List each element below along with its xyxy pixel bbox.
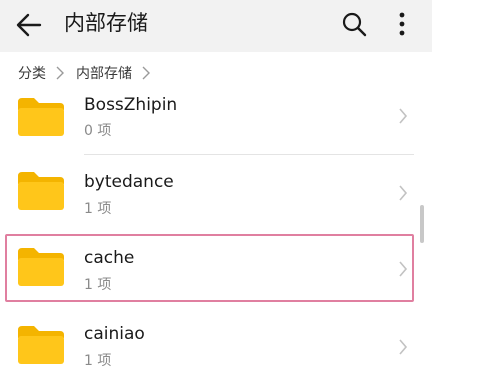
file-manager-screen: 内部存储 分类 内部存储 BossZhipin 0 项 bytedance 1 …	[0, 0, 500, 384]
breadcrumb-item-internal-storage[interactable]: 内部存储	[76, 63, 132, 83]
folder-row-cainiao[interactable]: cainiao 1 项	[0, 310, 432, 384]
more-options-button[interactable]	[394, 10, 410, 38]
chevron-right-icon	[399, 108, 408, 124]
folder-item-count: 1 项	[84, 201, 112, 217]
chevron-right-icon	[142, 66, 150, 80]
more-vertical-icon	[399, 12, 405, 36]
breadcrumb-item-category[interactable]: 分类	[18, 63, 46, 83]
folder-row-bosszhipin[interactable]: BossZhipin 0 项	[0, 88, 432, 164]
chevron-right-icon	[399, 185, 408, 201]
page-title: 内部存储	[64, 11, 148, 35]
search-icon	[342, 12, 367, 37]
folder-icon	[18, 172, 64, 210]
breadcrumb: 分类 内部存储	[18, 60, 162, 86]
search-button[interactable]	[340, 10, 368, 38]
chevron-right-icon	[399, 339, 408, 355]
folder-name: bytedance	[84, 172, 174, 192]
divider	[84, 154, 414, 155]
back-button[interactable]	[14, 12, 44, 38]
scrollbar-thumb[interactable]	[420, 205, 424, 243]
app-header: 内部存储	[0, 0, 432, 52]
folder-name: BossZhipin	[84, 95, 178, 115]
folder-icon	[18, 98, 64, 136]
folder-icon	[18, 326, 64, 364]
folder-row-bytedance[interactable]: bytedance 1 项	[0, 156, 432, 232]
folder-item-count: 0 项	[84, 123, 112, 139]
folder-name: cainiao	[84, 324, 145, 344]
back-arrow-icon	[16, 13, 42, 37]
folder-item-count: 1 项	[84, 353, 112, 369]
selection-highlight	[5, 234, 414, 302]
chevron-right-icon	[56, 66, 64, 80]
